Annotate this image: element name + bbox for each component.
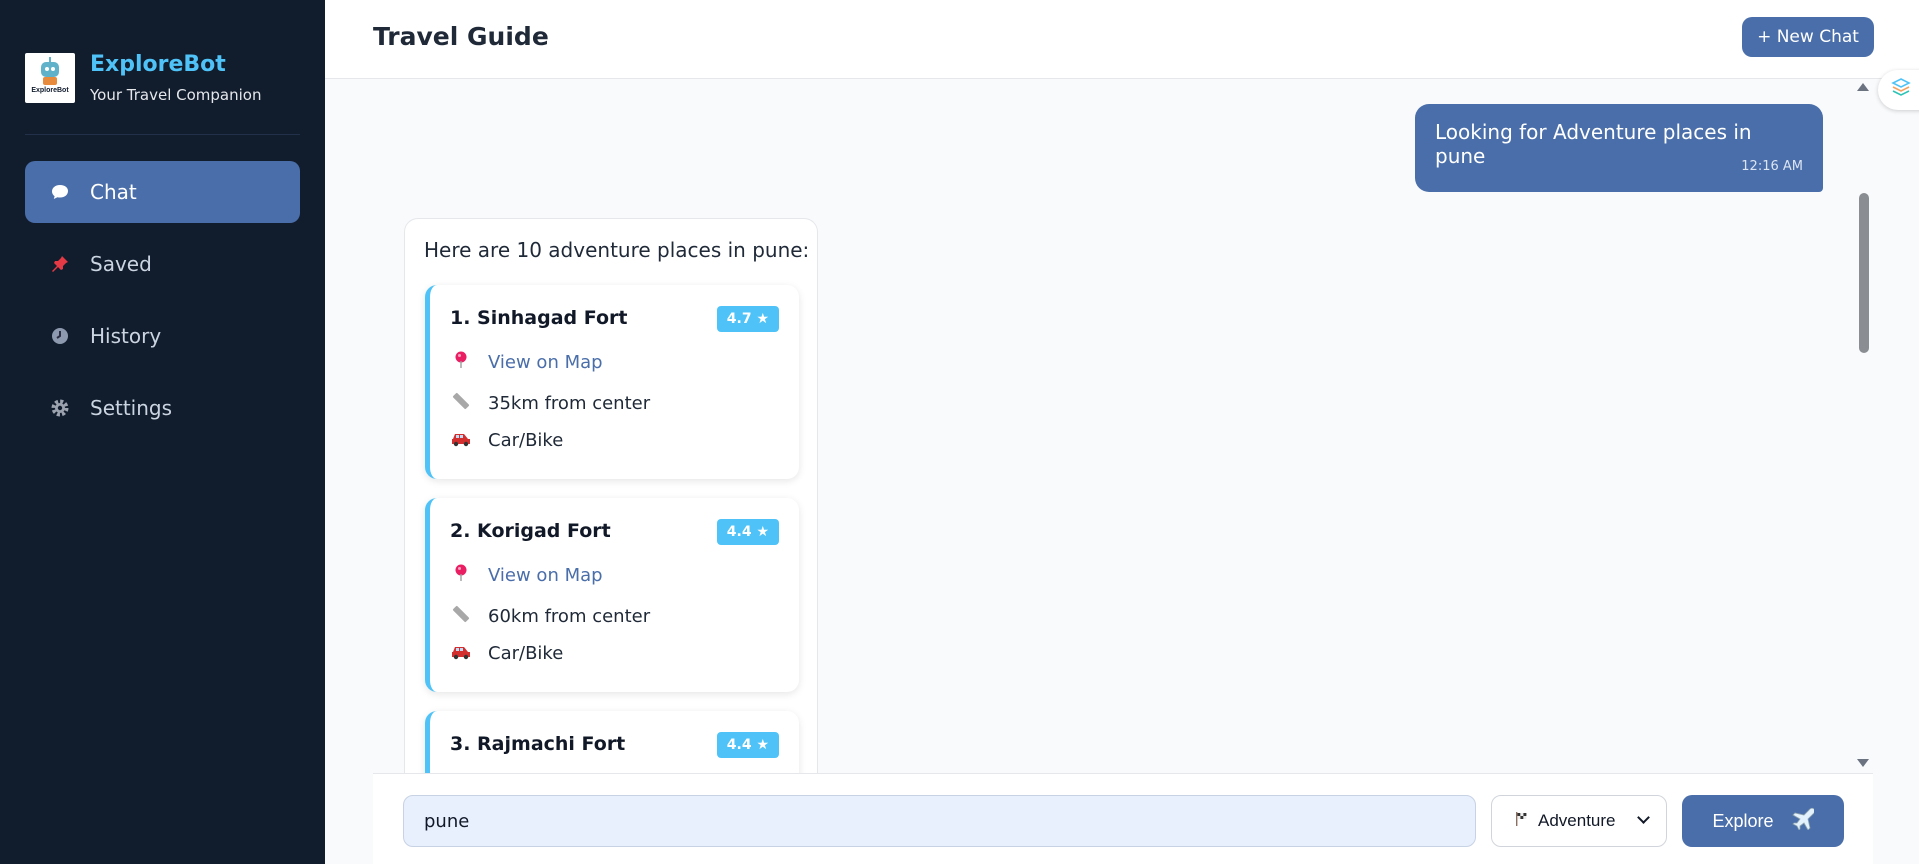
rating-badge: 4.4 ★ bbox=[716, 519, 779, 545]
bot-message-intro: Here are 10 adventure places in pune: bbox=[424, 238, 810, 262]
robot-head bbox=[41, 62, 59, 77]
pushpin-icon bbox=[49, 253, 71, 275]
app-logo: ExploreBot bbox=[25, 53, 75, 103]
sidebar-item-saved[interactable]: Saved bbox=[25, 233, 300, 295]
robot-eye-left bbox=[45, 67, 49, 71]
place-card: 2. Korigad Fort 4.4 ★ View on Map 60km f… bbox=[425, 498, 799, 692]
place-name: 3. Rajmachi Fort bbox=[450, 733, 626, 755]
chat-scrollbar[interactable] bbox=[1855, 80, 1873, 773]
sidebar-item-settings[interactable]: Settings bbox=[25, 377, 300, 439]
ruler-icon bbox=[450, 604, 472, 628]
extension-button[interactable] bbox=[1878, 70, 1919, 110]
place-name: 2. Korigad Fort bbox=[450, 520, 611, 542]
place-name: 1. Sinhagad Fort bbox=[450, 307, 628, 329]
sidebar-item-label: Settings bbox=[90, 396, 173, 420]
sidebar-item-label: Chat bbox=[90, 180, 137, 204]
input-bar: Adventure Explore bbox=[373, 773, 1873, 864]
sidebar-item-label: Saved bbox=[90, 252, 152, 276]
distance-text: 35km from center bbox=[488, 392, 651, 414]
bot-message: Here are 10 adventure places in pune: 1.… bbox=[404, 218, 818, 773]
brand: ExploreBot ExploreBot Your Travel Compan… bbox=[25, 52, 262, 104]
sidebar-item-history[interactable]: History bbox=[25, 305, 300, 367]
layers-icon bbox=[1890, 77, 1912, 103]
transport-row: Car/Bike bbox=[450, 430, 563, 451]
view-on-map-link[interactable]: View on Map bbox=[488, 565, 603, 586]
transport-row: Car/Bike bbox=[450, 643, 563, 664]
robot-body bbox=[43, 77, 57, 85]
category-value: Adventure bbox=[1538, 811, 1616, 830]
place-card: 3. Rajmachi Fort 4.4 ★ bbox=[425, 711, 799, 773]
checkered-flag-icon bbox=[1514, 811, 1530, 831]
gear-icon bbox=[49, 397, 71, 419]
clock-icon bbox=[49, 325, 71, 347]
rating-badge: 4.4 ★ bbox=[716, 732, 779, 758]
distance-row: 35km from center bbox=[450, 391, 650, 415]
chat-area: Looking for Adventure places in pune 12:… bbox=[325, 80, 1855, 773]
speech-bubble-icon bbox=[49, 181, 71, 203]
sidebar-item-label: History bbox=[90, 324, 162, 348]
explore-label: Explore bbox=[1712, 810, 1774, 831]
user-message: Looking for Adventure places in pune 12:… bbox=[1415, 104, 1823, 192]
chevron-down-icon bbox=[1637, 811, 1650, 824]
scrollbar-thumb[interactable] bbox=[1859, 193, 1869, 353]
ruler-icon bbox=[450, 391, 472, 415]
car-icon bbox=[450, 431, 472, 451]
distance-text: 60km from center bbox=[488, 605, 651, 627]
explore-button[interactable]: Explore bbox=[1682, 795, 1844, 847]
category-select[interactable]: Adventure bbox=[1491, 795, 1667, 847]
place-card: 1. Sinhagad Fort 4.7 ★ View on Map 35km … bbox=[425, 285, 799, 479]
logo-text: ExploreBot bbox=[31, 87, 69, 94]
sidebar: ExploreBot ExploreBot Your Travel Compan… bbox=[0, 0, 325, 864]
brand-subtitle: Your Travel Companion bbox=[90, 86, 262, 104]
scroll-down-arrow-icon[interactable] bbox=[1857, 759, 1869, 767]
map-pin-icon bbox=[450, 564, 472, 586]
distance-row: 60km from center bbox=[450, 604, 650, 628]
sidebar-item-chat[interactable]: Chat bbox=[25, 161, 300, 223]
header: Travel Guide + New Chat bbox=[325, 0, 1919, 79]
sidebar-divider bbox=[25, 134, 300, 135]
scroll-up-arrow-icon[interactable] bbox=[1857, 83, 1869, 91]
brand-text: ExploreBot Your Travel Companion bbox=[90, 52, 262, 104]
page-title: Travel Guide bbox=[373, 22, 549, 51]
map-row[interactable]: View on Map bbox=[450, 351, 603, 373]
transport-text: Car/Bike bbox=[488, 430, 564, 451]
map-pin-icon bbox=[450, 351, 472, 373]
rating-badge: 4.7 ★ bbox=[716, 306, 779, 332]
search-input[interactable] bbox=[403, 795, 1476, 847]
car-icon bbox=[450, 644, 472, 664]
robot-eye-right bbox=[51, 67, 55, 71]
transport-text: Car/Bike bbox=[488, 643, 564, 664]
new-chat-button[interactable]: + New Chat bbox=[1742, 17, 1874, 57]
map-row[interactable]: View on Map bbox=[450, 564, 603, 586]
airplane-icon bbox=[1790, 806, 1815, 836]
brand-title: ExploreBot bbox=[90, 52, 226, 77]
view-on-map-link[interactable]: View on Map bbox=[488, 352, 603, 373]
message-timestamp: 12:16 AM bbox=[1741, 159, 1803, 174]
